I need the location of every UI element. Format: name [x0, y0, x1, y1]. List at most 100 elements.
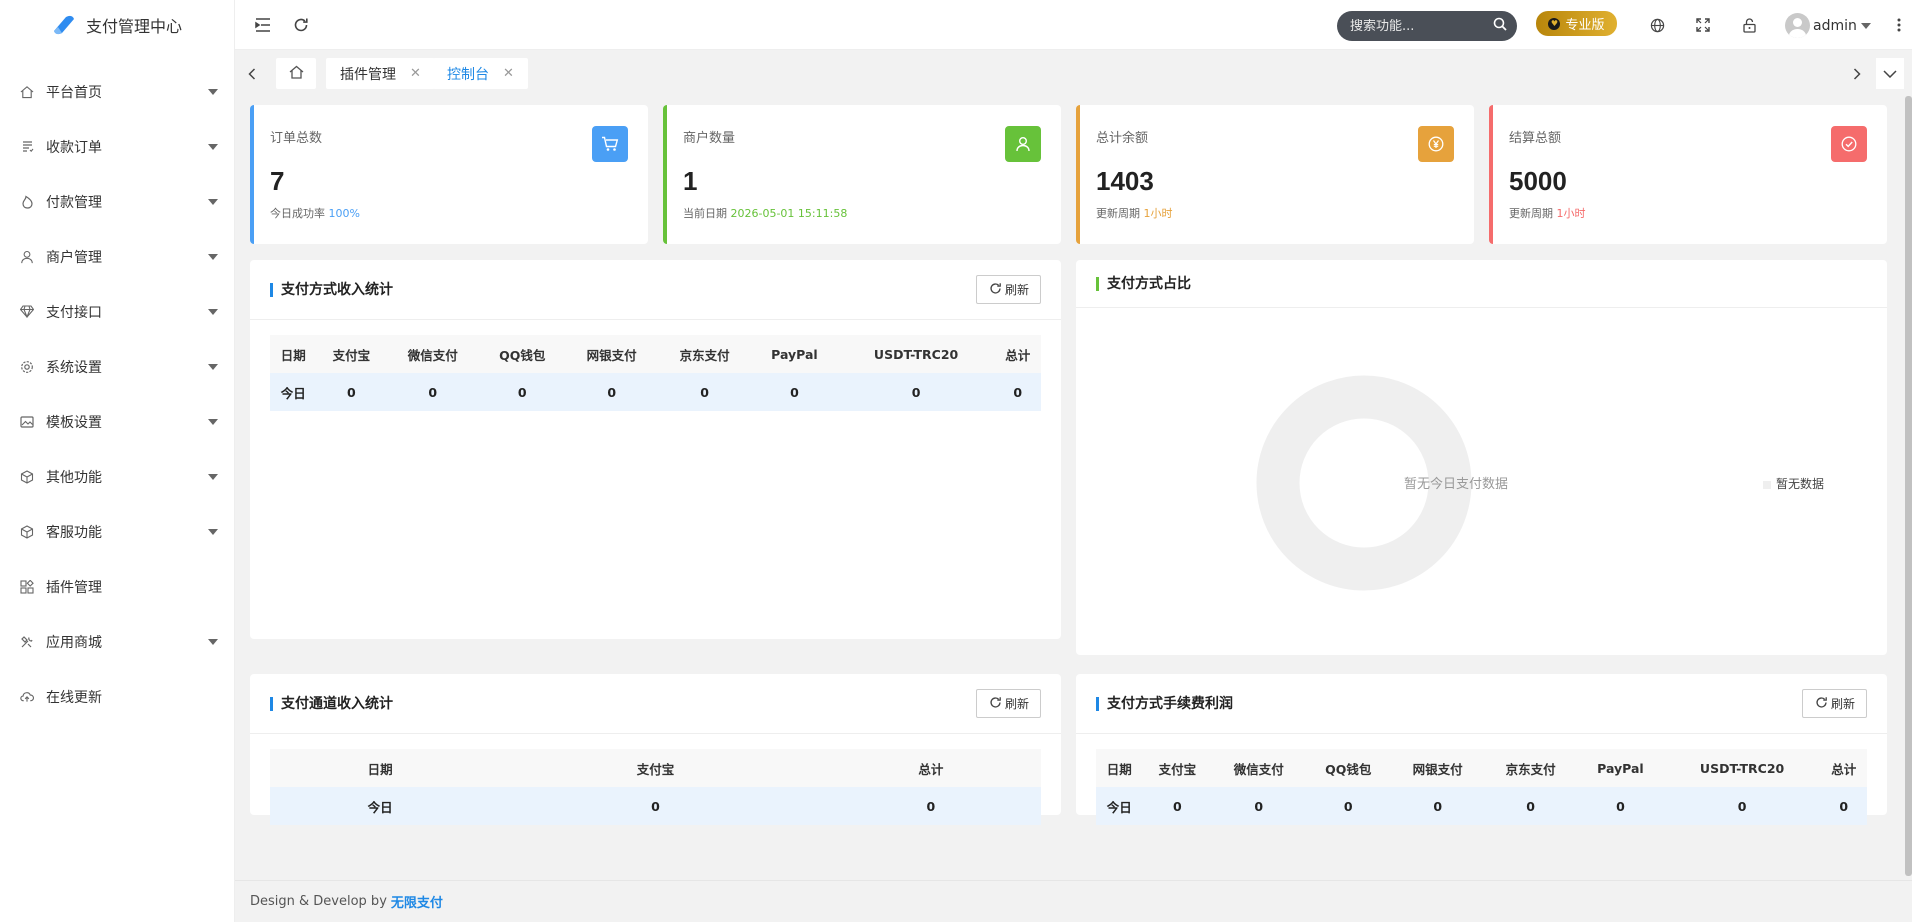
- sidebar-item[interactable]: 模板设置: [0, 394, 234, 449]
- globe-icon[interactable]: [1647, 15, 1667, 35]
- refresh-icon[interactable]: [291, 15, 311, 35]
- column-header: 网银支付: [565, 335, 659, 373]
- sidebar-item[interactable]: 付款管理: [0, 174, 234, 229]
- close-icon[interactable]: ✕: [410, 66, 421, 81]
- refresh-button[interactable]: 刷新: [975, 689, 1041, 718]
- more-vertical-icon[interactable]: [1889, 15, 1909, 35]
- tab-scroll-right-icon[interactable]: [1846, 60, 1868, 88]
- sidebar-item[interactable]: 应用商城: [0, 614, 234, 669]
- table-cell: 0: [479, 373, 566, 411]
- column-header: PayPal: [751, 335, 838, 373]
- sidebar-menu: 平台首页收款订单 付款管理 商户管理支付接口系统设置模板设置其他功能 客服功能 插件管理…: [0, 64, 234, 724]
- sidebar-item-label: 应用商城: [46, 634, 102, 651]
- sidebar-item[interactable]: 插件管理: [0, 559, 234, 614]
- pro-badge[interactable]: ♥ 专业版: [1536, 11, 1617, 36]
- close-icon[interactable]: ✕: [503, 66, 514, 81]
- stat-card-settlement: 结算总额 5000 更新周期 1小时: [1489, 105, 1887, 244]
- panel-title: 支付方式收入统计: [270, 282, 393, 297]
- panel-title: 支付方式占比: [1096, 276, 1191, 291]
- search-icon[interactable]: [1493, 17, 1507, 35]
- tab-options-button[interactable]: [1876, 58, 1904, 89]
- sidebar-item[interactable]: 支付接口: [0, 284, 234, 339]
- tab-console[interactable]: 控制台 ✕: [433, 58, 528, 89]
- tools-icon: [20, 635, 34, 649]
- column-header: QQ钱包: [1305, 749, 1392, 787]
- tab-plugin-manage[interactable]: 插件管理 ✕: [326, 58, 435, 89]
- cloud-upload-icon: [20, 690, 34, 704]
- fullscreen-icon[interactable]: [1693, 15, 1713, 35]
- legend-label[interactable]: 暂无数据: [1776, 476, 1824, 491]
- user-menu[interactable]: admin: [1785, 13, 1871, 38]
- stat-card-balance: 总计余额 1403 更新周期 1小时: [1076, 105, 1474, 244]
- search-input[interactable]: [1350, 18, 1480, 34]
- footer-brand-link[interactable]: 无限支付: [391, 892, 443, 911]
- chevron-down-icon: [208, 308, 218, 315]
- scroll-thumb[interactable]: [1905, 96, 1912, 876]
- sidebar-item[interactable]: 在线更新: [0, 669, 234, 724]
- user-icon: [20, 250, 34, 264]
- stat-value: 1403: [1096, 166, 1154, 196]
- image-icon: [20, 415, 34, 429]
- logo-icon: [52, 15, 76, 35]
- pro-label: 专业版: [1565, 18, 1605, 33]
- tab-scroll-left-icon[interactable]: [241, 60, 263, 88]
- table-wrap: 日期 支付宝 总计 今日 0 0: [250, 734, 1061, 840]
- search-box[interactable]: [1337, 11, 1517, 41]
- column-header: 日期: [270, 335, 317, 373]
- table-cell: 0: [994, 373, 1041, 411]
- table-cell: 0: [1305, 787, 1392, 825]
- table-wrap: 日期 支付宝 微信支付 QQ钱包 网银支付 京东支付 PayPal USDT-TRC20 总计今…: [1076, 734, 1887, 840]
- column-header: 微信支付: [386, 335, 480, 373]
- table-cell: 0: [1484, 787, 1578, 825]
- refresh-button[interactable]: 刷新: [975, 275, 1041, 304]
- logo[interactable]: 支付管理中心: [0, 0, 234, 50]
- table-cell: 0: [386, 373, 480, 411]
- table-cell: 0: [820, 787, 1041, 825]
- stat-sub: 更新周期 1小时: [1096, 205, 1474, 221]
- sidebar-item[interactable]: 系统设置: [0, 339, 234, 394]
- apps-icon: [20, 579, 34, 594]
- scrollbar[interactable]: [1905, 96, 1912, 880]
- home-icon: [289, 65, 304, 83]
- lock-icon[interactable]: [1739, 15, 1759, 35]
- sidebar-item-label: 系统设置: [46, 359, 102, 376]
- column-header: USDT-TRC20: [837, 335, 995, 373]
- table-cell: 今日: [270, 787, 491, 825]
- chevron-down-icon: [208, 528, 218, 535]
- top-header: ♥ 专业版 admin: [235, 0, 1912, 50]
- stat-sub-value: 1小时: [1143, 207, 1173, 220]
- sidebar-item-label: 平台首页: [46, 84, 102, 101]
- tab-home[interactable]: [276, 58, 316, 89]
- user-name: admin: [1813, 17, 1857, 34]
- sidebar-item-label: 支付接口: [46, 304, 102, 321]
- check-circle-icon: [1831, 126, 1867, 162]
- tab-bar: 插件管理 ✕ 控制台 ✕: [235, 51, 1912, 96]
- sidebar-item[interactable]: 平台首页: [0, 64, 234, 119]
- chevron-down-icon: [208, 198, 218, 205]
- sidebar-item[interactable]: 客服功能: [0, 504, 234, 559]
- donut-chart: 暂无今日支付数据 暂无数据: [1256, 375, 1824, 591]
- refresh-button[interactable]: 刷新: [1801, 689, 1867, 718]
- gear-icon: [20, 360, 34, 374]
- panel-channel-income: 支付通道收入统计 刷新 日期 支付宝 总计 今日 0 0: [250, 674, 1061, 825]
- table-cell: 0: [1212, 787, 1306, 825]
- sidebar-item-label: 模板设置: [46, 414, 102, 431]
- sidebar-item[interactable]: 其他功能: [0, 449, 234, 504]
- sidebar-item[interactable]: 商户管理: [0, 229, 234, 284]
- sidebar-item[interactable]: 收款订单: [0, 119, 234, 174]
- column-header: 网银支付: [1391, 749, 1485, 787]
- table-header-row: 日期 支付宝 总计: [270, 749, 1041, 787]
- chevron-down-icon: [208, 88, 218, 95]
- menu-collapse-icon[interactable]: [253, 15, 273, 35]
- column-header: 总计: [820, 749, 1041, 787]
- column-header: 支付宝: [316, 335, 387, 373]
- chevron-down-icon: [208, 418, 218, 425]
- column-header: 京东支付: [658, 335, 752, 373]
- stat-sub-label: 更新周期: [1096, 207, 1140, 220]
- legend-swatch: [1763, 481, 1771, 489]
- column-header: 总计: [994, 335, 1041, 373]
- avatar: [1785, 13, 1810, 38]
- home-icon: [20, 85, 34, 99]
- table-row: 今日 0 0: [270, 787, 1041, 825]
- panel-title: 支付通道收入统计: [270, 696, 393, 711]
